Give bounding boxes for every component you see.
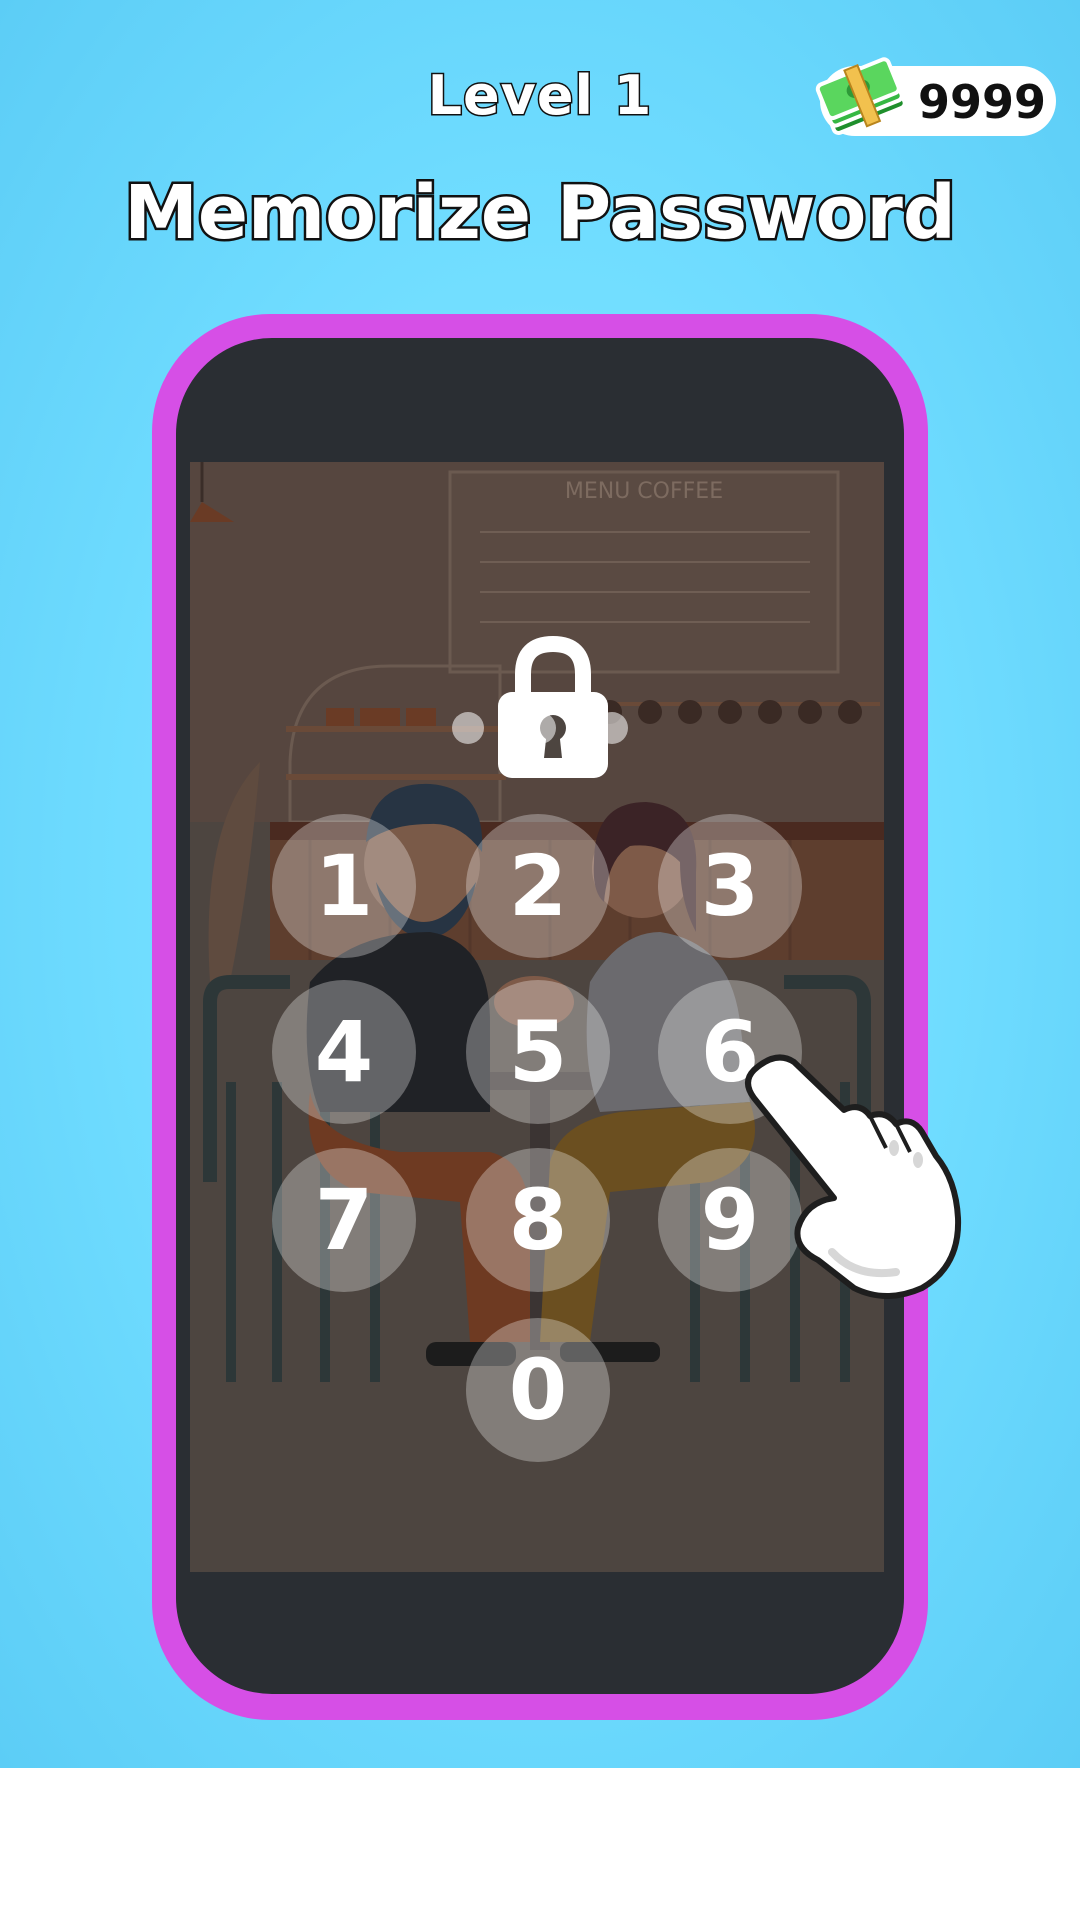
- phone-body: MENU COFFEE 1 2 3 4 5 6 7 8 9 0: [176, 338, 904, 1694]
- keypad-key-5[interactable]: 5: [466, 980, 610, 1124]
- keypad-key-3[interactable]: 3: [658, 814, 802, 958]
- keypad-key-2[interactable]: 2: [466, 814, 610, 958]
- password-dot-3: [596, 712, 628, 744]
- keypad-key-4[interactable]: 4: [272, 980, 416, 1124]
- keypad-key-8[interactable]: 8: [466, 1148, 610, 1292]
- keypad-key-1[interactable]: 1: [272, 814, 416, 958]
- keypad-key-7[interactable]: 7: [272, 1148, 416, 1292]
- instruction-title: Memorize Password: [122, 168, 959, 259]
- menu-sign: MENU COFFEE: [565, 479, 723, 504]
- lock-icon: [498, 635, 608, 778]
- keypad-key-0[interactable]: 0: [466, 1318, 610, 1462]
- lock-screen: MENU COFFEE 1 2 3 4 5 6 7 8 9 0: [190, 462, 884, 1572]
- password-dot-2: [524, 712, 556, 744]
- coin-amount: 9999: [917, 75, 1047, 129]
- pointing-hand-icon: [745, 1054, 962, 1299]
- cash-stack-icon: [815, 57, 907, 135]
- password-dot-1: [452, 712, 484, 744]
